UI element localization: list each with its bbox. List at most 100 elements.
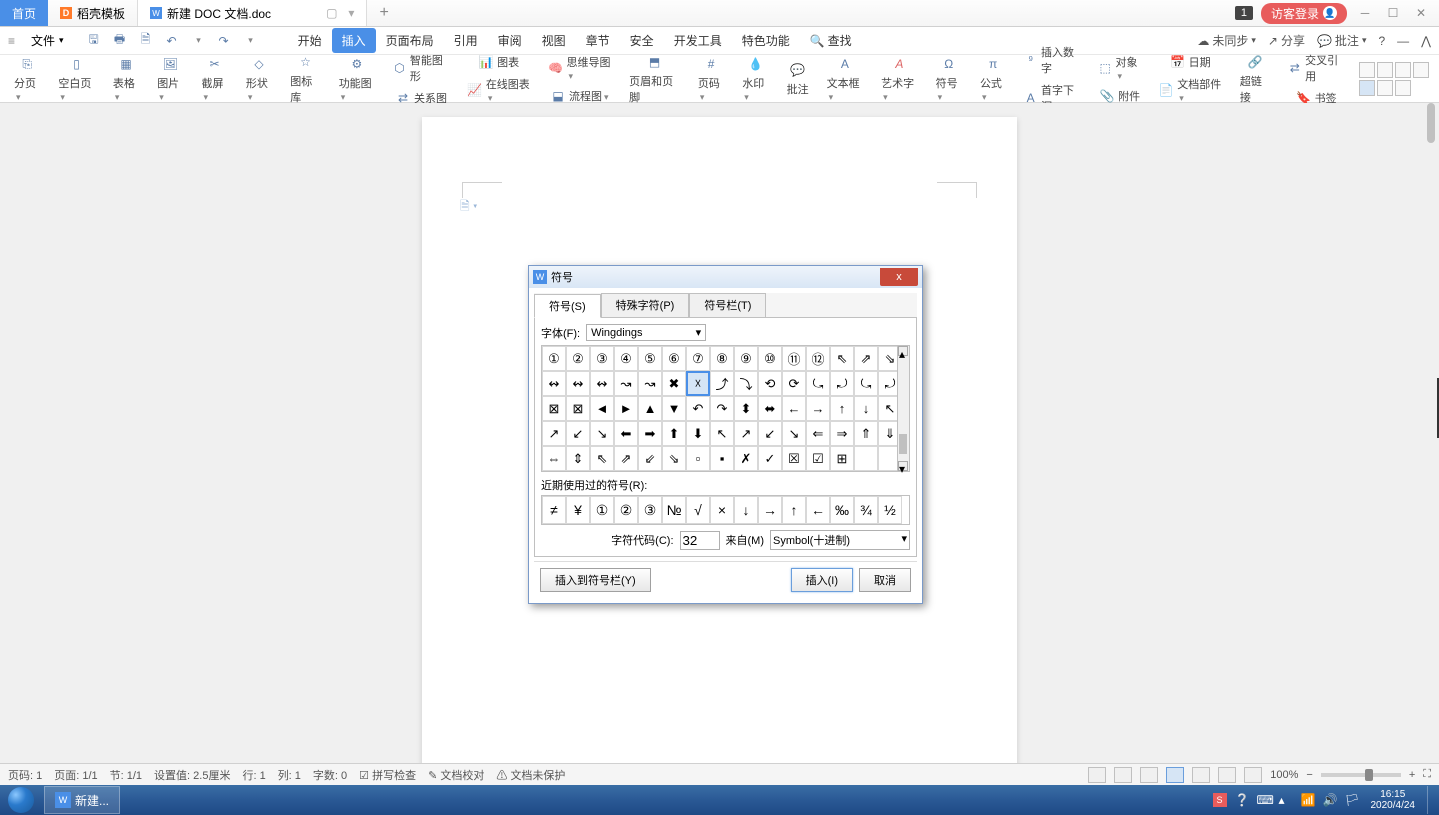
symbol-cell[interactable]: ⤵	[734, 371, 758, 396]
symbol-cell[interactable]: ⑩	[758, 346, 782, 371]
char-code-input[interactable]	[680, 531, 720, 550]
page-number-button[interactable]: #页码	[694, 52, 728, 105]
tab-dropdown-icon[interactable]: ▾	[348, 6, 354, 20]
outline-view-button[interactable]	[1192, 767, 1210, 783]
symbol-cell[interactable]: ⇖	[590, 446, 614, 471]
symbol-cell[interactable]: ↙	[758, 421, 782, 446]
table-button[interactable]: ▦表格	[109, 52, 143, 105]
icons-button[interactable]: ☆图标库	[286, 50, 324, 107]
recent-symbol-cell[interactable]: ↑	[782, 496, 806, 524]
equation-button[interactable]: π公式	[976, 52, 1010, 105]
tray-volume-icon[interactable]: 🔊	[1323, 793, 1337, 807]
date-button[interactable]: 📅日期	[1155, 52, 1226, 72]
recent-symbol-cell[interactable]: ¾	[854, 496, 878, 524]
maximize-button[interactable]: ☐	[1383, 6, 1403, 20]
symbol-cell[interactable]: ☑	[806, 446, 830, 471]
symbol-cell[interactable]: ⤿	[854, 371, 878, 396]
symbol-cell[interactable]: ↘	[590, 421, 614, 446]
save-icon[interactable]: 🖫	[86, 33, 102, 49]
symbol-cell[interactable]: ✖	[662, 371, 686, 396]
print-preview-icon[interactable]: 🗎	[138, 33, 154, 49]
recent-symbol-cell[interactable]: ×	[710, 496, 734, 524]
status-page[interactable]: 页面: 1/1	[54, 767, 97, 783]
symbol-cell[interactable]: ↭	[542, 371, 566, 396]
symbol-cell[interactable]: ⇙	[638, 446, 662, 471]
insert-number-button[interactable]: ⁹插入数字	[1020, 42, 1085, 78]
addin-button[interactable]: ⚙功能图	[335, 52, 380, 105]
status-position[interactable]: 设置值: 2.5厘米	[154, 767, 230, 783]
guest-login-button[interactable]: 访客登录 👤	[1261, 3, 1347, 24]
status-protect[interactable]: ⚠ 文档未保护	[496, 767, 565, 783]
symbol-cell[interactable]: ⬍	[734, 396, 758, 421]
symbol-cell[interactable]: ☓	[686, 371, 710, 396]
recent-symbol-cell[interactable]: ①	[590, 496, 614, 524]
symbol-cell[interactable]: ▫	[686, 446, 710, 471]
symbol-cell[interactable]: ↙	[566, 421, 590, 446]
recent-symbol-cell[interactable]: ½	[878, 496, 902, 524]
insert-to-bar-button[interactable]: 插入到符号栏(Y)	[540, 568, 651, 592]
symbol-cell[interactable]: ⊞	[830, 446, 854, 471]
status-spellcheck[interactable]: ☑ 拼写检查	[359, 767, 416, 783]
symbol-cell[interactable]: ⬅	[614, 421, 638, 446]
symbol-cell[interactable]: ►	[614, 396, 638, 421]
blank-page-button[interactable]: ▯空白页	[54, 52, 99, 105]
symbol-cell[interactable]: ④	[614, 346, 638, 371]
symbol-cell[interactable]: ←	[782, 396, 806, 421]
symbol-cell[interactable]: ⬆	[662, 421, 686, 446]
symbol-cell[interactable]: ⤿	[806, 371, 830, 396]
watermark-button[interactable]: 💧水印	[738, 52, 772, 105]
edit-view-button[interactable]	[1140, 767, 1158, 783]
tab-document[interactable]: W 新建 DOC 文档.doc ▢ ▾	[138, 0, 367, 26]
symbol-cell[interactable]: ⑪	[782, 346, 806, 371]
object-button[interactable]: ⬚对象	[1095, 52, 1145, 84]
symbol-cell[interactable]: ⇑	[854, 421, 878, 446]
symbol-cell[interactable]: ⤴	[710, 371, 734, 396]
online-chart-button[interactable]: 📈在线图表	[464, 74, 535, 106]
tab-symbols[interactable]: 符号(S)	[534, 294, 601, 318]
recent-symbol-cell[interactable]: ②	[614, 496, 638, 524]
recent-symbol-cell[interactable]: ←	[806, 496, 830, 524]
cancel-button[interactable]: 取消	[859, 568, 911, 592]
symbol-cell[interactable]: ▼	[662, 396, 686, 421]
symbol-cell[interactable]: →	[806, 396, 830, 421]
tab-review[interactable]: 审阅	[488, 28, 532, 53]
recent-symbol-cell[interactable]: →	[758, 496, 782, 524]
view-mode-3[interactable]	[1395, 62, 1411, 78]
symbol-cell[interactable]: ⇗	[614, 446, 638, 471]
recent-symbol-cell[interactable]: ③	[638, 496, 662, 524]
taskbar-app-wps[interactable]: W 新建...	[44, 786, 120, 814]
symbol-cell[interactable]: ⟲	[758, 371, 782, 396]
font-select[interactable]: Wingdings▾	[586, 324, 706, 341]
vertical-scrollbar[interactable]	[1425, 103, 1437, 785]
symbol-cell[interactable]: ▲	[638, 396, 662, 421]
symbol-cell[interactable]: ⟳	[782, 371, 806, 396]
symbol-cell[interactable]: ⇐	[806, 421, 830, 446]
symbol-cell[interactable]: ☒	[782, 446, 806, 471]
symbol-cell[interactable]: ⑤	[638, 346, 662, 371]
shapes-button[interactable]: ◇形状	[242, 52, 276, 105]
symbol-cell[interactable]: ↭	[590, 371, 614, 396]
symbol-cell[interactable]: ▪	[710, 446, 734, 471]
symbol-cell[interactable]: ⇘	[662, 446, 686, 471]
file-menu[interactable]: 文件▾	[25, 30, 70, 51]
header-footer-button[interactable]: ⬒页眉和页脚	[625, 50, 684, 107]
view-mode-7[interactable]	[1395, 80, 1411, 96]
view-mode-5[interactable]	[1359, 80, 1375, 96]
symbol-cell[interactable]: ⇔	[542, 446, 566, 471]
fullscreen-button[interactable]	[1088, 767, 1106, 783]
page-break-button[interactable]: ⎘分页	[10, 52, 44, 105]
symbol-cell[interactable]: ↝	[614, 371, 638, 396]
symbol-cell[interactable]: ✓	[758, 446, 782, 471]
collapse-ribbon-icon[interactable]: —	[1397, 34, 1409, 48]
symbol-cell[interactable]: ③	[590, 346, 614, 371]
symbol-cell[interactable]: ↭	[566, 371, 590, 396]
tray-help-icon[interactable]: ❔	[1235, 793, 1249, 807]
hyperlink-button[interactable]: 🔗超链接	[1236, 50, 1274, 107]
undo-icon[interactable]: ↶	[164, 33, 180, 49]
symbol-cell[interactable]: ↖	[710, 421, 734, 446]
symbol-cell[interactable]: ①	[542, 346, 566, 371]
dialog-close-button[interactable]: x	[880, 268, 918, 286]
tab-section[interactable]: 章节	[576, 28, 620, 53]
grid-scroll-thumb[interactable]	[899, 434, 907, 454]
tray-keyboard-icon[interactable]: ⌨	[1257, 793, 1271, 807]
